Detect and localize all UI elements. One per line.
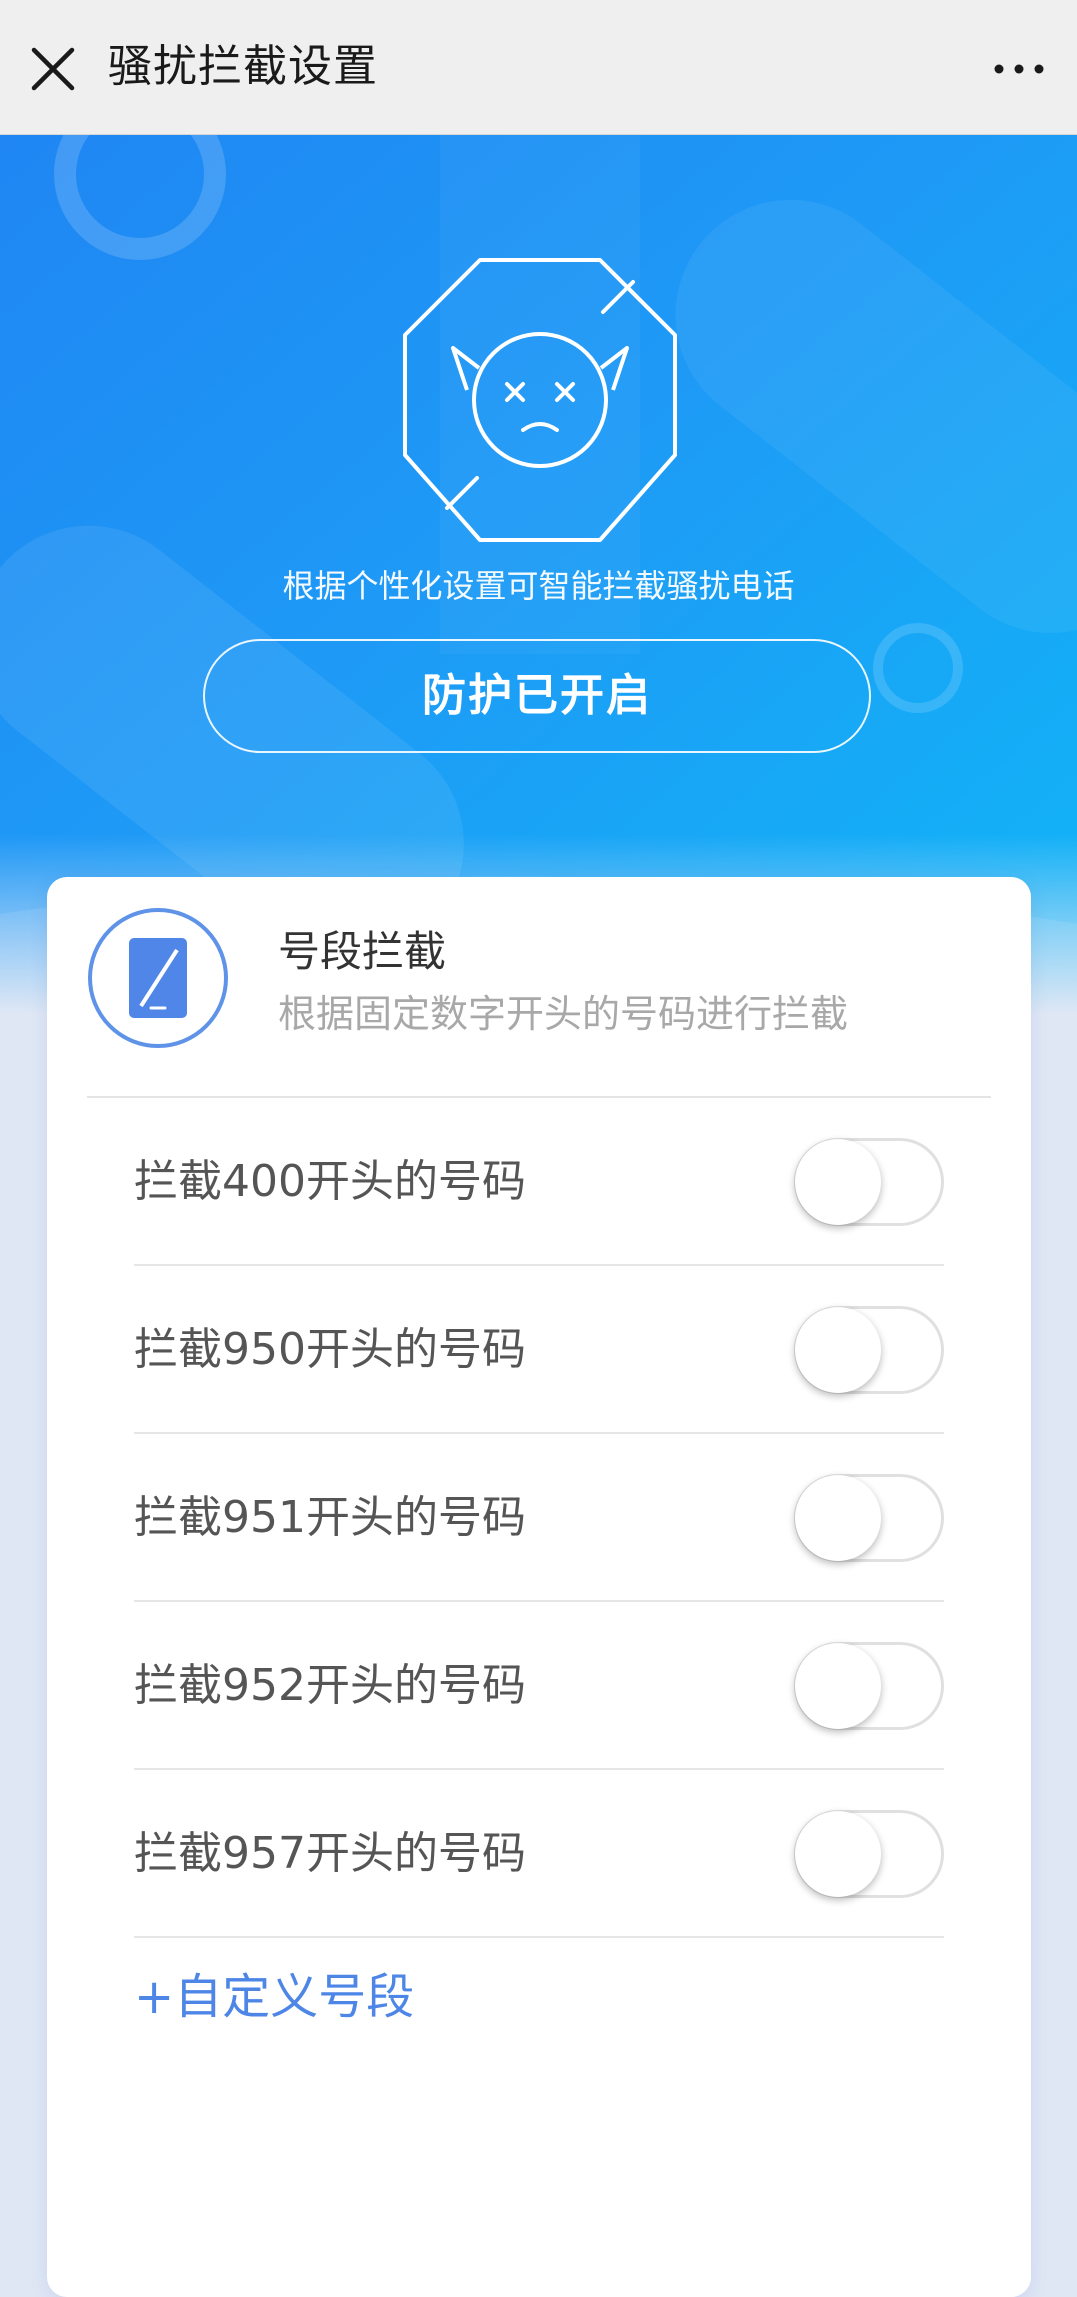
prefix-row-400: 拦截400开头的号码: [134, 1098, 944, 1266]
toggle-knob: [795, 1643, 881, 1729]
prefix-list: 拦截400开头的号码 拦截950开头的号码 拦截951开头的号码 拦截952开头…: [134, 1098, 944, 1938]
prefix-row-label: 拦截950开头的号码: [134, 1324, 526, 1375]
more-dots-icon[interactable]: [983, 38, 1055, 100]
prefix-row-950: 拦截950开头的号码: [134, 1266, 944, 1434]
number-block-card: 号段拦截 根据固定数字开头的号码进行拦截 拦截400开头的号码 拦截950开头的…: [47, 877, 1031, 2297]
close-icon[interactable]: [22, 38, 84, 100]
card-subtitle: 根据固定数字开头的号码进行拦截: [278, 992, 849, 1036]
protection-status-button[interactable]: 防护已开启: [203, 639, 871, 753]
toggle-knob: [795, 1475, 881, 1561]
toggle-switch-951[interactable]: [794, 1474, 944, 1562]
toggle-knob: [795, 1139, 881, 1225]
toggle-knob: [795, 1307, 881, 1393]
card-title: 号段拦截: [278, 927, 447, 976]
phone-icon: [85, 905, 231, 1051]
hero-tagline: 根据个性化设置可智能拦截骚扰电话: [282, 567, 795, 605]
page-title: 骚扰拦截设置: [108, 41, 378, 92]
prefix-row-957: 拦截957开头的号码: [134, 1770, 944, 1938]
top-bar: 骚扰拦截设置: [0, 0, 1077, 135]
toggle-switch-957[interactable]: [794, 1810, 944, 1898]
prefix-row-label: 拦截951开头的号码: [134, 1492, 526, 1543]
toggle-switch-952[interactable]: [794, 1642, 944, 1730]
custom-prefix-link[interactable]: +自定义号段: [134, 1965, 414, 2029]
toggle-switch-950[interactable]: [794, 1306, 944, 1394]
blocked-devil-icon: [395, 250, 685, 550]
prefix-row-label: 拦截952开头的号码: [134, 1660, 526, 1711]
prefix-row-951: 拦截951开头的号码: [134, 1434, 944, 1602]
prefix-row-952: 拦截952开头的号码: [134, 1602, 944, 1770]
prefix-row-label: 拦截400开头的号码: [134, 1156, 526, 1207]
toggle-switch-400[interactable]: [794, 1138, 944, 1226]
prefix-row-label: 拦截957开头的号码: [134, 1828, 526, 1879]
toggle-knob: [795, 1811, 881, 1897]
